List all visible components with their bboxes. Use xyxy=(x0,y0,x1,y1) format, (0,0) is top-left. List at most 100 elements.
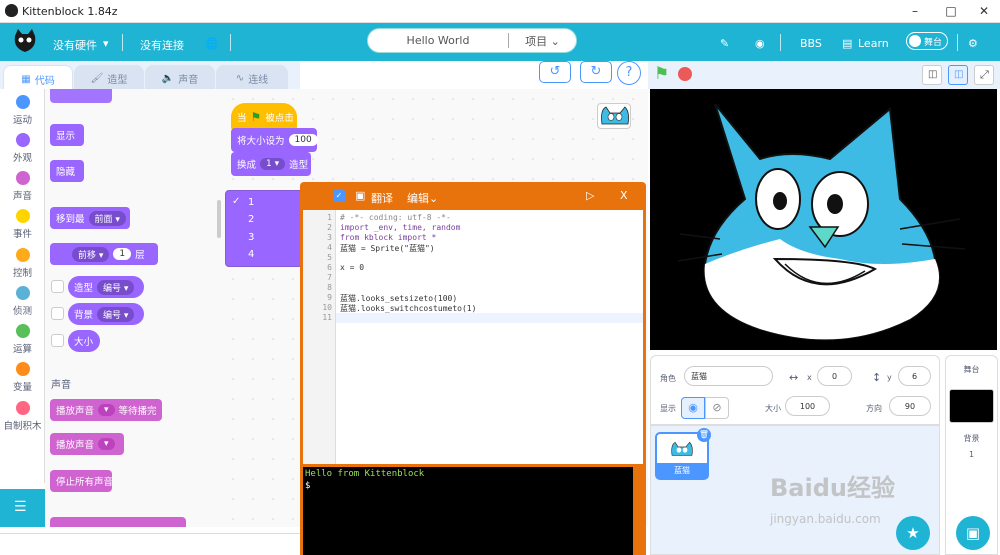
dropdown-item[interactable]: 4 xyxy=(248,249,254,260)
category-control[interactable]: 控制 xyxy=(0,248,45,279)
add-sprite-button[interactable]: ★ xyxy=(896,516,930,550)
bbs-link[interactable]: BBS xyxy=(800,37,822,50)
book-icon[interactable]: ▤ xyxy=(842,37,852,50)
block-play-sound-until-done[interactable]: 播放声音 ▾ 等待播完 xyxy=(50,399,162,421)
x-input[interactable]: 0 xyxy=(817,366,852,386)
translate-button[interactable]: 翻译 xyxy=(371,190,393,206)
backdrop-checkbox[interactable] xyxy=(51,307,64,320)
minimize-button[interactable]: – xyxy=(905,3,925,19)
connection-menu[interactable]: 没有连接 xyxy=(140,37,184,53)
backdrop-thumbnail[interactable] xyxy=(949,389,994,423)
dropdown-item[interactable]: 2 xyxy=(248,214,254,225)
costume-dropdown[interactable]: 编号 ▾ xyxy=(97,279,135,295)
category-sound[interactable]: 声音 xyxy=(0,171,45,202)
hardware-menu[interactable]: 没有硬件 xyxy=(53,37,97,53)
block-goto-layer[interactable]: 移到最 前面 ▾ xyxy=(50,207,130,229)
stop-button[interactable] xyxy=(678,67,692,81)
project-title-input[interactable]: Hello World xyxy=(368,34,508,47)
fullscreen-button[interactable]: ⤢ xyxy=(974,65,994,85)
sprite-thumbnail[interactable] xyxy=(597,103,631,129)
palette-scrollbar[interactable] xyxy=(217,200,221,238)
move-layer-dropdown[interactable]: 前移 ▾ xyxy=(72,246,110,262)
category-looks[interactable]: 外观 xyxy=(0,133,45,164)
size-checkbox[interactable] xyxy=(51,334,64,347)
block-hide[interactable]: 隐藏 xyxy=(50,160,84,182)
stage-canvas[interactable] xyxy=(650,89,997,350)
tab-wiring[interactable]: ∿ 连线 xyxy=(216,65,288,91)
small-stage-icon: ◫ xyxy=(928,69,938,80)
green-flag-button[interactable]: ⚑ xyxy=(654,64,669,84)
y-input[interactable]: 6 xyxy=(898,366,931,386)
settings-gear-icon[interactable]: ⚙ xyxy=(968,37,978,50)
normal-stage-button[interactable]: ◫ xyxy=(948,65,968,85)
console-output[interactable]: Hello from Kittenblock $ xyxy=(303,467,633,555)
stage-toggle[interactable]: 舞台 xyxy=(906,32,948,50)
run-code-icon[interactable]: ▷ xyxy=(586,189,594,202)
small-stage-button[interactable]: ◫ xyxy=(922,65,942,85)
delete-sprite-button[interactable]: 🗑 xyxy=(697,428,711,442)
tab-sounds-label: 声音 xyxy=(178,75,199,86)
sprite-tile[interactable]: 蓝猫 🗑 xyxy=(655,428,711,480)
direction-input[interactable]: 90 xyxy=(889,396,931,416)
project-menu[interactable]: 项目 ⌄ xyxy=(509,33,576,49)
layer-dropdown[interactable]: 前面 ▾ xyxy=(88,210,126,226)
tab-costumes[interactable]: 🖌 造型 xyxy=(74,65,144,91)
category-my-blocks[interactable]: 自制积木 xyxy=(0,401,45,432)
camera-icon[interactable]: ◉ xyxy=(755,37,765,50)
dropdown-item[interactable]: 3 xyxy=(248,232,254,243)
undo-button[interactable]: ↺ xyxy=(539,61,571,83)
reporter-size[interactable]: 大小 xyxy=(68,330,100,352)
category-motion[interactable]: 运动 xyxy=(0,95,45,126)
sprite-name-label: 角色 xyxy=(660,374,676,383)
size-input[interactable]: 100 xyxy=(785,396,830,416)
line-gutter: 1 2 3 4 5 6 7 8 9 10 11 xyxy=(303,210,336,464)
hardware-dropdown-icon[interactable]: ▾ xyxy=(103,37,109,50)
learn-link[interactable]: Learn xyxy=(858,37,889,50)
reporter-costume[interactable]: 造型 编号 ▾ xyxy=(68,276,144,298)
costume-checkbox[interactable] xyxy=(51,280,64,293)
block-start-sound[interactable]: 播放声音 ▾ xyxy=(50,433,124,455)
globe-icon[interactable]: 🌐 xyxy=(205,37,219,50)
block-show[interactable]: 显示 xyxy=(50,124,84,146)
block-partial-sound[interactable] xyxy=(50,517,186,527)
category-sensing[interactable]: 侦测 xyxy=(0,286,45,317)
stage-panel: 舞台 背景 1 ▣ xyxy=(945,355,998,555)
backdrop-dropdown[interactable]: 编号 ▾ xyxy=(97,306,135,322)
redo-button[interactable]: ↻ xyxy=(580,61,612,83)
sound-dropdown[interactable]: ▾ xyxy=(98,438,115,450)
category-label: 自制积木 xyxy=(3,421,42,432)
category-events[interactable]: 事件 xyxy=(0,209,45,240)
move-layer-number[interactable]: 1 xyxy=(113,248,132,260)
close-window-button[interactable]: ✕ xyxy=(974,3,994,19)
hat-block-when-flag[interactable]: 当 ⚑ 被点击 xyxy=(231,103,297,131)
code-editor[interactable]: 1 2 3 4 5 6 7 8 9 10 11 # -*- coding: utf-8 -*- imp… xyxy=(303,210,643,464)
sync-checkbox[interactable]: ✓ xyxy=(333,190,345,202)
switch-costume-dropdown[interactable]: 1 ▾ xyxy=(260,158,286,170)
block-switch-costume[interactable]: 换成 1 ▾ 造型 xyxy=(231,152,311,176)
category-variables[interactable]: 变量 xyxy=(0,362,45,393)
pen-icon[interactable]: ✎ xyxy=(720,37,729,50)
sprite-info-panel: 角色 蓝猫 ↔ x 0 ↕ y 6 显示 ◉ ⊘ 大小 100 方向 90 xyxy=(650,355,940,425)
tab-code[interactable]: ▦ 代码 xyxy=(3,65,73,92)
block-partial[interactable] xyxy=(50,89,112,103)
add-backdrop-button[interactable]: ▣ xyxy=(956,516,990,550)
maximize-button[interactable]: □ xyxy=(941,3,961,19)
set-size-value[interactable]: 100 xyxy=(288,134,318,146)
extensions-button[interactable]: ☰ xyxy=(0,489,45,527)
sprite-name-input[interactable]: 蓝猫 xyxy=(684,366,773,386)
category-operators[interactable]: 运算 xyxy=(0,324,45,355)
help-button[interactable]: ? xyxy=(617,61,641,85)
block-stop-all-sounds[interactable]: 停止所有声音 xyxy=(50,470,113,492)
tab-sounds[interactable]: 🔈 声音 xyxy=(145,65,215,91)
code-line: # -*- coding: utf-8 -*- xyxy=(340,213,451,222)
edit-menu[interactable]: 编辑⌄ xyxy=(407,190,438,206)
show-visible-button[interactable]: ◉ xyxy=(681,397,705,419)
block-move-layer[interactable]: 前移 ▾ 1 层 xyxy=(50,243,158,265)
cat-sprite[interactable] xyxy=(650,89,997,350)
close-editor-button[interactable]: X xyxy=(620,189,628,202)
show-hidden-button[interactable]: ⊘ xyxy=(705,397,729,419)
dropdown-item[interactable]: 1 xyxy=(248,197,254,208)
block-set-size[interactable]: 将大小设为 100 xyxy=(231,128,318,152)
sound-dropdown[interactable]: ▾ xyxy=(98,404,115,416)
reporter-backdrop[interactable]: 背景 编号 ▾ xyxy=(68,303,144,325)
